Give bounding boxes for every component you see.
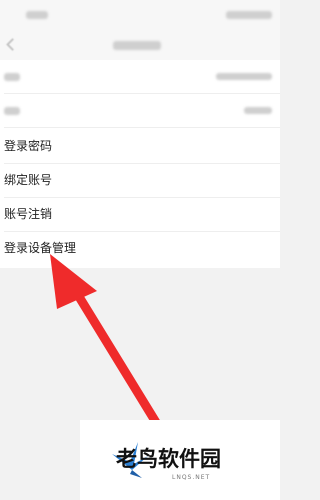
list-item-login-password[interactable]: 登录密码: [0, 130, 280, 164]
back-arrow-icon[interactable]: [6, 38, 19, 51]
status-time-blurred: [26, 11, 48, 19]
status-bar: [0, 0, 280, 30]
watermark: 老鸟软件园 LNQS.NET: [80, 420, 280, 500]
list-item-blurred-2[interactable]: [0, 94, 280, 128]
watermark-brand: 老鸟软件园: [116, 447, 221, 471]
list-item-label: 登录设备管理: [4, 241, 77, 255]
list-item-label: 登录密码: [4, 139, 53, 153]
list-item-account-deletion[interactable]: 账号注销: [0, 198, 280, 232]
nav-bar: [0, 30, 280, 60]
list-item-label: 绑定账号: [4, 173, 53, 187]
list-item-blurred-1[interactable]: [0, 60, 280, 94]
list-item-login-device-management[interactable]: 登录设备管理: [0, 232, 280, 266]
blurred-label: [4, 107, 20, 115]
blurred-label: [4, 73, 20, 81]
blurred-value: [216, 73, 272, 80]
status-icons-blurred: [226, 11, 272, 19]
page-title-blurred: [113, 41, 161, 50]
account-security-list: 登录密码 绑定账号 账号注销 登录设备管理: [0, 60, 280, 268]
list-item-label: 账号注销: [4, 207, 53, 221]
watermark-domain: LNQS.NET: [172, 474, 211, 481]
list-item-bind-account[interactable]: 绑定账号: [0, 164, 280, 198]
blurred-value: [244, 107, 272, 114]
